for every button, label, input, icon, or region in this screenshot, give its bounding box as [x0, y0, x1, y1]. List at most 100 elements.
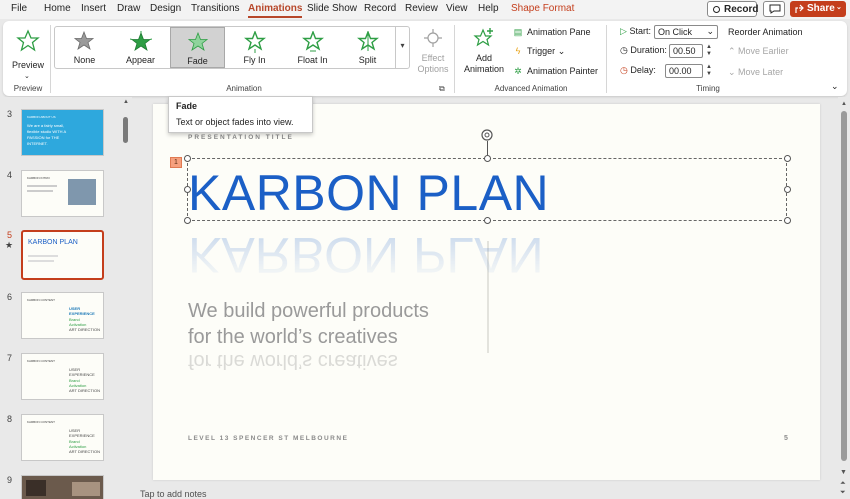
record-label: Record [724, 4, 759, 15]
duration-label: Duration: [630, 45, 667, 55]
tab-review[interactable]: Review [405, 3, 438, 14]
thumbnail-scrollbar[interactable]: ▲ [122, 97, 130, 499]
thumbnail-slide-4[interactable]: KARBON INTRO [21, 170, 104, 217]
tab-record[interactable]: Record [364, 3, 396, 14]
gallery-more-button[interactable]: ▾ [395, 27, 409, 68]
tab-animations[interactable]: Animations [248, 3, 303, 18]
thumb-text: INTERNET. [27, 141, 48, 146]
tab-insert[interactable]: Insert [81, 3, 106, 14]
thumbnail-scroll-thumb[interactable] [123, 117, 128, 143]
collapse-ribbon-icon[interactable]: ⌄ [831, 81, 839, 92]
tab-file[interactable]: File [11, 3, 27, 14]
tab-design[interactable]: Design [150, 3, 181, 14]
slide-subtitle-line-1[interactable]: We build powerful products [188, 300, 429, 323]
resize-handle[interactable] [784, 186, 791, 193]
tab-view[interactable]: View [446, 3, 468, 14]
animation-fly-in[interactable]: Fly In [227, 27, 282, 68]
thumbnail-slide-6[interactable]: KARBON CONTENT USER EXPERIENCE Brand Act… [21, 292, 104, 339]
animation-float-in[interactable]: Float In [285, 27, 340, 68]
animation-pane-button[interactable]: ▤ Animation Pane [512, 27, 591, 38]
next-slide-icon[interactable]: ⏷ [840, 489, 846, 497]
thumb-number: 7 [7, 353, 13, 363]
animation-painter-icon: ✲ [514, 66, 522, 76]
star-float-icon [302, 31, 324, 52]
thumb-text: flexible studio WITH A [27, 129, 67, 134]
slide-thumbnail-pane: 3 KARBON ABOUT US We are a fairly small,… [0, 97, 132, 499]
thumb-line [28, 260, 54, 262]
lightning-icon: ϟ [515, 46, 521, 56]
animation-appear[interactable]: Appear [113, 27, 168, 68]
resize-handle[interactable] [484, 217, 491, 224]
duration-row: ◷ Duration: [620, 45, 667, 56]
slide-scroll-thumb[interactable] [841, 111, 847, 461]
selection-box[interactable] [187, 158, 787, 221]
star-burst-icon [130, 31, 152, 51]
slide-subtitle-line-2[interactable]: for the world’s creatives [188, 326, 398, 349]
tab-help[interactable]: Help [478, 3, 499, 14]
slide-subtitle-reflection: for the world’s creatives [188, 350, 398, 372]
slide-scrollbar[interactable]: ▲ ▼ ⏶ ⏷ [838, 97, 850, 499]
thumbnail-slide-3[interactable]: KARBON ABOUT US We are a fairly small, f… [21, 109, 104, 156]
animation-fade[interactable]: Fade [170, 27, 225, 68]
move-earlier-button[interactable]: ⌃ Move Earlier [728, 46, 789, 57]
comments-button[interactable] [763, 1, 785, 17]
thumbnail-slide-5[interactable]: KARBON PLAN [21, 230, 104, 280]
rotate-handle-icon[interactable] [480, 128, 494, 142]
scroll-up-icon[interactable]: ▲ [841, 101, 847, 107]
resize-handle[interactable] [784, 155, 791, 162]
animation-split[interactable]: Split [340, 27, 395, 68]
arrow-up-icon: ⌃ [728, 46, 739, 56]
duration-spinner[interactable]: ▲ ▼ [704, 44, 714, 58]
resize-handle[interactable] [184, 155, 191, 162]
animation-painter-button[interactable]: ✲ Animation Painter [512, 66, 598, 77]
chevron-down-icon: ⌄ [555, 46, 566, 56]
animation-order-tag[interactable]: 1 [170, 157, 182, 168]
tab-shape-format[interactable]: Shape Format [511, 3, 574, 14]
resize-handle[interactable] [784, 217, 791, 224]
animation-none[interactable]: None [57, 27, 112, 68]
move-earlier-label: Move Earlier [738, 46, 789, 56]
trigger-button[interactable]: ϟ Trigger ⌄ [512, 46, 566, 57]
effect-options-label: Effect Options [417, 53, 449, 74]
thumb-title: KARBON CONTENT [27, 359, 56, 363]
previous-slide-icon[interactable]: ⏶ [840, 480, 846, 488]
notes-area[interactable]: Tap to add notes [132, 489, 838, 499]
effect-options-button[interactable]: Effect Options [413, 25, 453, 79]
delay-spinner[interactable]: ▲ ▼ [704, 64, 714, 78]
animation-label: Float In [297, 55, 328, 65]
thumbnail-slide-8[interactable]: KARBON CONTENT USER EXPERIENCE Brand Act… [21, 414, 104, 461]
thumbnail-slide-7[interactable]: KARBON CONTENT USER EXPERIENCE Brand Act… [21, 353, 104, 400]
delay-label: Delay: [630, 65, 656, 75]
resize-handle[interactable] [484, 155, 491, 162]
tab-home[interactable]: Home [44, 3, 71, 14]
tab-draw[interactable]: Draw [117, 3, 140, 14]
chevron-down-icon: ⌄ [836, 4, 842, 11]
slide-canvas[interactable]: PRESENTATION TITLE 1 KARBON PLAN KARBON … [153, 104, 820, 480]
share-button[interactable]: Share ⌄ [790, 1, 846, 17]
record-button[interactable]: Record [707, 1, 759, 17]
star-split-icon [357, 31, 379, 51]
start-label: Start: [629, 26, 651, 36]
dialog-launcher-icon[interactable]: ⧉ [439, 84, 445, 94]
resize-handle[interactable] [184, 186, 191, 193]
clock-icon: ◷ [620, 45, 628, 55]
scroll-up-icon[interactable]: ▲ [123, 99, 129, 105]
resize-handle[interactable] [184, 217, 191, 224]
delay-input[interactable]: 00.00 [665, 64, 703, 78]
tab-transitions[interactable]: Transitions [191, 3, 240, 14]
thumb-photo [72, 482, 100, 496]
slide-footer-address[interactable]: LEVEL 13 SPENCER ST MELBOURNE [188, 435, 348, 442]
scroll-down-icon[interactable]: ▼ [840, 469, 847, 476]
start-play-icon: ▷ [620, 26, 627, 36]
duration-input[interactable]: 00.50 [669, 44, 703, 58]
start-select[interactable]: On Click ⌄ [654, 25, 718, 39]
thumb-text: EXPERIENCE [69, 372, 95, 377]
preview-button[interactable]: Preview ⌄ [9, 25, 47, 80]
thumb-number: 3 [7, 109, 13, 119]
tab-slide-show[interactable]: Slide Show [307, 3, 357, 14]
animation-painter-label: Animation Painter [527, 66, 599, 76]
add-animation-button[interactable]: Add Animation [461, 25, 507, 81]
star-gray-icon [74, 31, 94, 50]
move-later-button[interactable]: ⌄ Move Later [728, 67, 783, 78]
thumbnail-slide-9[interactable] [21, 475, 104, 499]
